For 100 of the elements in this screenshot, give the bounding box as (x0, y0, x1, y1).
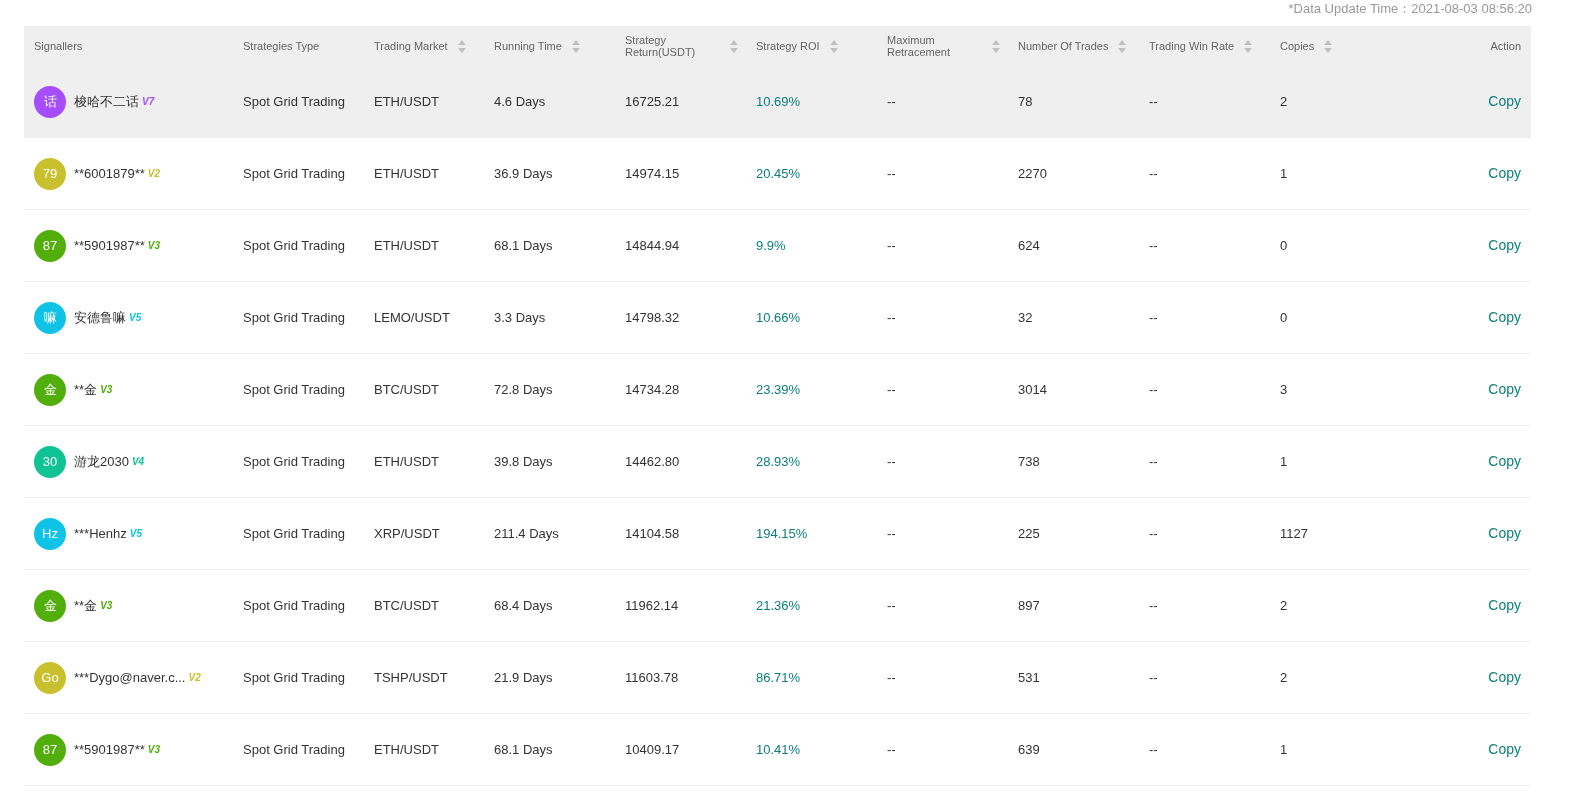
sort-icon[interactable] (457, 39, 466, 53)
table-cell-text: 639 (1018, 740, 1041, 759)
signaller-name[interactable]: **5901987** (74, 235, 145, 256)
table-cell-text: 1127 (1280, 524, 1309, 543)
sort-icon[interactable] (1244, 39, 1253, 53)
copy-link[interactable]: Copy (1488, 91, 1521, 112)
table-cell-text: -- (887, 740, 897, 759)
sort-icon[interactable] (829, 39, 838, 53)
signaller-name[interactable]: 安德鲁嘛 (74, 307, 126, 328)
copy-link[interactable]: Copy (1488, 379, 1521, 400)
sort-icon[interactable] (1324, 39, 1333, 53)
table-cell-text: 14462.80 (625, 452, 681, 471)
table-cell-text: 39.8 Days (494, 452, 554, 471)
table-cell-text: ETH/USDT (374, 164, 440, 183)
column-header: Copies (1280, 40, 1315, 52)
table-cell-text: Spot Grid Trading (243, 236, 346, 255)
table-cell-text: BTC/USDT (374, 596, 440, 615)
table-cell-text: 225 (1018, 524, 1041, 543)
copy-link[interactable]: Copy (1488, 307, 1521, 328)
avatar: 87 (34, 733, 66, 766)
table-cell-text: -- (1149, 380, 1159, 399)
table-cell-text: 78 (1018, 92, 1034, 111)
table-cell-text: 9.9% (756, 236, 787, 255)
sort-icon[interactable] (730, 39, 738, 53)
table-cell-text: 14104.58 (625, 524, 681, 543)
copy-link[interactable]: Copy (1488, 523, 1521, 544)
sort-icon[interactable] (571, 39, 580, 53)
table-cell-text: BTC/USDT (374, 380, 440, 399)
table-cell-text: 194.15% (756, 524, 809, 543)
update-time: *Data Update Time：2021-08-03 08:56:20 (1288, 1, 1532, 15)
table-cell-text: LEMO/USDT (374, 308, 451, 327)
avatar: 金 (34, 589, 66, 622)
table-cell-text: 2270 (1018, 164, 1048, 183)
table-cell-text: 738 (1018, 452, 1041, 471)
avatar: 话 (34, 85, 66, 118)
column-header: Maximum Retracement (887, 34, 951, 58)
avatar: 79 (34, 157, 66, 190)
avatar: 嘛 (34, 301, 66, 334)
signaller-name[interactable]: **金 (74, 379, 98, 400)
column-header: Number Of Trades (1018, 40, 1109, 52)
signaller-name[interactable]: **5901987** (74, 739, 145, 760)
signaller-name[interactable]: ***Henhz (74, 523, 127, 544)
sort-icon[interactable] (992, 39, 1000, 53)
table-row[interactable]: 话 梭哈不二话 V7 Spot Grid Trading ETH/USDT 4.6 Days 16725.21 10.69% -- 78 -- 2 Copy (24, 66, 1531, 138)
table-cell-text: Spot Grid Trading (243, 308, 346, 327)
table-cell-text: Spot Grid Trading (243, 524, 346, 543)
avatar: Hz (34, 517, 66, 550)
table-cell-text: 1 (1280, 452, 1289, 471)
avatar: 30 (34, 445, 66, 478)
table-cell-text: 3014 (1018, 380, 1048, 399)
signaller-name[interactable]: **金 (74, 595, 98, 616)
copy-link[interactable]: Copy (1488, 235, 1521, 256)
table-cell-text: -- (887, 380, 897, 399)
table-cell-text: -- (1149, 164, 1159, 183)
table-cell-text: 10.69% (756, 92, 802, 111)
table-cell-text: ETH/USDT (374, 452, 440, 471)
table-cell-text: 14974.15 (625, 164, 681, 183)
level-label: V3 (100, 384, 113, 395)
column-header: Running Time (494, 40, 562, 52)
table-cell-text: -- (1149, 668, 1159, 687)
copy-link[interactable]: Copy (1488, 595, 1521, 616)
table-cell-text: 11603.78 (625, 668, 680, 687)
level-label: V2 (188, 672, 201, 683)
table-cell-text: 11962.14 (625, 596, 680, 615)
level-label: V5 (129, 528, 142, 539)
table-cell-text: 897 (1018, 596, 1041, 615)
copy-link[interactable]: Copy (1488, 451, 1521, 472)
avatar: 金 (34, 373, 66, 406)
table-cell-text: 0 (1280, 308, 1289, 327)
sort-icon[interactable] (1118, 39, 1127, 53)
table-cell-text: 68.4 Days (494, 596, 554, 615)
signaller-name[interactable]: **6001879** (74, 163, 145, 184)
table-cell-text: Spot Grid Trading (243, 596, 346, 615)
table-cell-text: 72.8 Days (494, 380, 554, 399)
table-cell-text: 28.93% (756, 452, 802, 471)
table-cell-text: -- (887, 524, 897, 543)
level-label: V3 (147, 240, 161, 251)
table-cell-text: 1 (1280, 164, 1289, 183)
table-cell-text: 531 (1018, 668, 1041, 687)
table-cell-text: -- (1149, 740, 1159, 759)
table-cell-text: TSHP/USDT (374, 668, 449, 687)
table-cell-text: 0 (1280, 236, 1289, 255)
table-cell-text: 3 (1280, 380, 1289, 399)
signaller-name[interactable]: 游龙2030 (74, 451, 129, 472)
copy-link[interactable]: Copy (1488, 667, 1521, 688)
table-cell-text: 68.1 Days (494, 740, 554, 759)
copy-link[interactable]: Copy (1488, 163, 1521, 184)
table-cell-text: 2 (1280, 92, 1289, 111)
table-cell-text: Spot Grid Trading (243, 164, 346, 183)
table-cell-text: Spot Grid Trading (243, 740, 346, 759)
column-header: Trading Market (374, 40, 448, 52)
copy-link[interactable]: Copy (1488, 739, 1521, 760)
signaller-name[interactable]: ***Dygo@naver.c... (74, 667, 186, 688)
signaller-name[interactable]: 梭哈不二话 (74, 91, 139, 112)
level-label: V2 (147, 168, 161, 179)
table-cell-text: 32 (1018, 308, 1034, 327)
table-cell-text: 10.41% (756, 740, 802, 759)
level-label: V7 (142, 96, 155, 107)
table-cell-text: -- (1149, 308, 1159, 327)
level-label: V3 (100, 600, 113, 611)
